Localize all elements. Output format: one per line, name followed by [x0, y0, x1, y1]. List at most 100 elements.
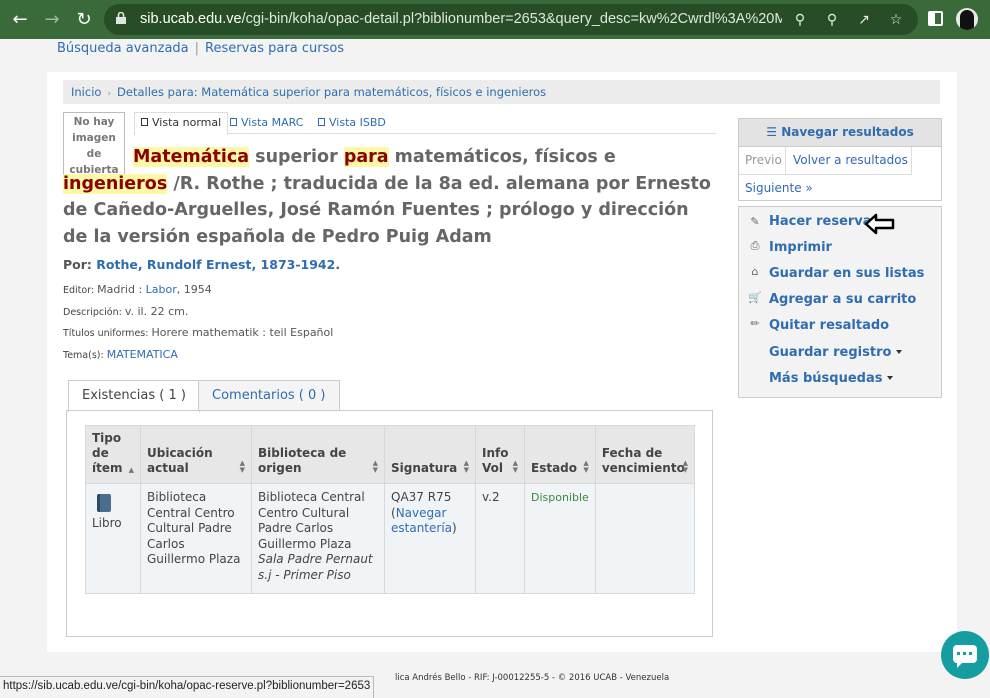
subject-link[interactable]: MATEMATICA	[107, 348, 178, 361]
next-link[interactable]: Siguiente »	[739, 176, 819, 200]
cell-due-date	[594, 483, 696, 594]
place-hold-button[interactable]: Hacer reserva	[769, 214, 872, 229]
tab-label: Vista ISBD	[329, 116, 386, 129]
publisher-label: Editor:	[63, 285, 98, 296]
key-icon[interactable]: ⚲	[790, 10, 810, 30]
uniform-title-value: Horere mathematik : teil Español	[151, 326, 334, 339]
bookmark-star-icon[interactable]: ☆	[886, 10, 906, 30]
publisher-link[interactable]: Labor	[146, 283, 177, 296]
sort-icon: ▲ ▼	[512, 459, 518, 474]
publisher-year: , 1954	[176, 283, 212, 296]
sort-icon: ▲ ▼	[682, 459, 688, 474]
cart-icon: 🛒	[748, 291, 762, 304]
print-button[interactable]: Imprimir	[769, 240, 832, 255]
zoom-icon[interactable]: ⚲	[822, 10, 842, 30]
more-searches-dropdown[interactable]: Más búsquedas	[769, 371, 894, 386]
column-header-location[interactable]: Ubicación actual ▲ ▼	[140, 425, 252, 484]
header-label: Fecha de vencimiento	[601, 446, 685, 475]
save-to-lists-button[interactable]: Guardar en sus listas	[769, 266, 924, 281]
title-highlight: ingenieros	[63, 173, 168, 194]
home-library-name: Biblioteca Central Centro Cultural Padre…	[258, 490, 365, 551]
back-arrow-icon[interactable]: ←	[8, 8, 32, 32]
forward-arrow-icon[interactable]: →	[40, 8, 64, 32]
previous-link: Previo	[739, 147, 786, 175]
share-icon[interactable]: ↗	[854, 10, 874, 30]
top-links: Búsqueda avanzada | Reservas para cursos	[57, 41, 344, 56]
title-highlight: Matemática	[133, 147, 250, 167]
caret-down-icon	[896, 350, 903, 354]
home-library-sublocation: Sala Padre Pernaut s.j - Primer Piso	[258, 552, 373, 582]
record-actions: ✎ Hacer reserva ⎙ Imprimir ⌂ Guardar en …	[738, 206, 942, 398]
cell-home-library: Biblioteca Central Centro Cultural Padre…	[251, 483, 385, 594]
cell-item-type: Libro	[85, 483, 141, 594]
item-type-label: Libro	[92, 516, 122, 530]
highlighter-icon: ✏	[750, 317, 760, 330]
status-bar-url: https://sib.ucab.edu.ve/cgi-bin/koha/opa…	[0, 676, 375, 698]
main-content: Inicio › Detalles para: Matemática superio…	[47, 72, 957, 652]
column-header-home-library[interactable]: Biblioteca de origen ▲ ▼	[251, 425, 385, 484]
back-to-results-link[interactable]: Volver a resultados	[786, 147, 912, 175]
title-text: superior	[249, 147, 344, 167]
advanced-search-link[interactable]: Búsqueda avanzada	[57, 41, 189, 56]
unhighlight-button[interactable]: Quitar resaltado	[769, 318, 889, 333]
header-label: Info Vol	[482, 446, 509, 475]
lock-icon	[116, 12, 126, 24]
cell-location: Biblioteca Central Centro Cultural Padre…	[140, 483, 252, 594]
author-line: Por: Rothe, Rundolf Ernest, 1873-1942.	[63, 257, 340, 272]
save-record-dropdown[interactable]: Guardar registro	[769, 345, 903, 360]
cover-line: No hay	[73, 116, 115, 128]
browse-results-box: ☰ Navegar resultados Previo Volver a res…	[738, 118, 942, 201]
browse-shelf-link[interactable]: Navegar estantería	[391, 506, 452, 536]
title-highlight: para	[343, 147, 389, 167]
hold-icon: ✎	[750, 215, 760, 228]
add-to-cart-button[interactable]: Agregar a su carrito	[769, 292, 916, 307]
menu-icon: ☰	[766, 125, 777, 139]
chat-button[interactable]	[941, 631, 989, 679]
publisher-place: Madrid :	[97, 283, 146, 296]
column-header-callnumber[interactable]: Signatura ▲ ▼	[384, 425, 476, 484]
column-header-type[interactable]: Tipo de ítem ▲	[85, 425, 141, 484]
author-label: Por:	[63, 257, 97, 272]
tab-normal-view[interactable]: Vista normal	[134, 112, 229, 135]
separator: |	[194, 41, 200, 56]
holdings-panel: Tipo de ítem ▲ Ubicación actual ▲ ▼ Bibliot…	[66, 410, 713, 637]
tab-label: Vista normal	[152, 116, 222, 129]
side-panel-icon[interactable]	[928, 11, 943, 26]
breadcrumb-home[interactable]: Inicio	[71, 85, 101, 99]
breadcrumb-current[interactable]: Detalles para: Matemática superior para …	[117, 85, 546, 99]
tab-isbd-view[interactable]: Vista ISBD	[311, 112, 393, 134]
header-label: Biblioteca de origen	[258, 446, 347, 475]
status-available: Disponible	[531, 491, 589, 504]
author-period: .	[335, 257, 341, 272]
sort-icon: ▲ ▼	[463, 459, 469, 474]
browse-results-title: Navegar resultados	[781, 125, 914, 139]
reload-icon[interactable]: ↻	[72, 8, 96, 32]
tab-comments[interactable]: Comentarios ( 0 )	[198, 380, 340, 411]
callnumber-value: QA37 R75	[391, 490, 452, 504]
column-header-vol[interactable]: Info Vol ▲ ▼	[475, 425, 525, 484]
footer-text: lica Andrés Bello - RIF: J-00012255-5 - …	[395, 673, 670, 683]
title-pad	[63, 147, 133, 167]
subject-label: Tema(s):	[63, 350, 107, 361]
browser-toolbar: ← → ↻ sib.ucab.edu.ve/cgi-bin/koha/opac-…	[0, 0, 990, 39]
paren: )	[452, 521, 457, 535]
address-bar[interactable]: sib.ucab.edu.ve/cgi-bin/koha/opac-detail…	[104, 4, 918, 35]
caret-down-icon	[887, 376, 894, 380]
cell-status: Disponible	[524, 483, 596, 594]
header-label: Signatura	[391, 461, 458, 475]
pointer-arrow-icon	[864, 213, 895, 235]
breadcrumb: Inicio › Detalles para: Matemática superio…	[63, 80, 940, 104]
holdings-table: Tipo de ítem ▲ Ubicación actual ▲ ▼ Bibliot…	[85, 425, 696, 594]
tab-holdings[interactable]: Existencias ( 1 )	[68, 380, 200, 412]
cell-vol: v.2	[475, 483, 525, 594]
address-url[interactable]: sib.ucab.edu.ve/cgi-bin/koha/opac-detail…	[140, 11, 782, 27]
list-icon: ⌂	[751, 265, 759, 278]
column-header-status[interactable]: Estado ▲ ▼	[524, 425, 596, 484]
profile-avatar[interactable]	[956, 8, 978, 30]
description-line: Descripción: v. il. 22 cm.	[63, 305, 188, 318]
author-link[interactable]: Rothe, Rundolf Ernest, 1873-1942	[96, 257, 335, 272]
column-header-due-date[interactable]: Fecha de vencimiento ▲ ▼	[594, 425, 696, 484]
tab-marc-view[interactable]: Vista MARC	[223, 112, 310, 134]
browse-results-header[interactable]: ☰ Navegar resultados	[739, 119, 941, 147]
course-reserves-link[interactable]: Reservas para cursos	[205, 41, 344, 56]
